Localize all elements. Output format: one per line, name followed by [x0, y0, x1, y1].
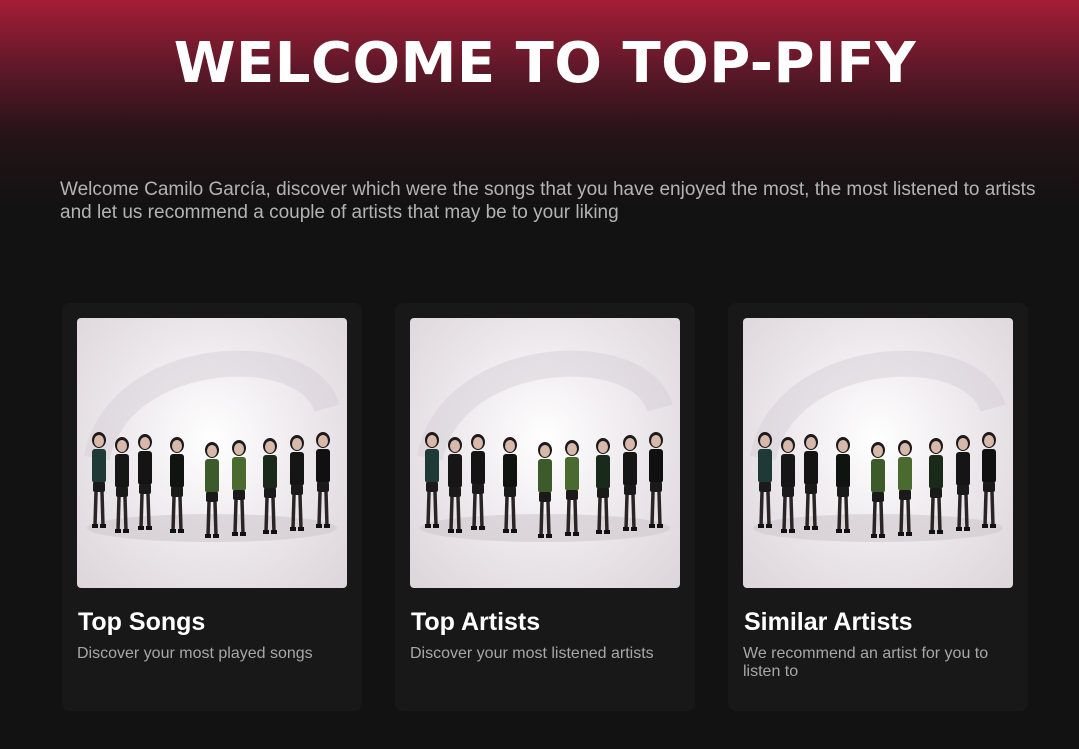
feature-cards: Top Songs Discover your most played song…	[62, 303, 1028, 711]
group-photo-image[interactable]	[410, 318, 680, 588]
card-description: We recommend an artist for you to listen…	[743, 645, 989, 680]
card-top-artists[interactable]: Top Artists Discover your most listened …	[395, 303, 695, 711]
group-photo-image[interactable]	[77, 318, 347, 588]
page-title: WELCOME TO TOP-PIFY	[173, 31, 917, 96]
card-title[interactable]: Top Artists	[411, 607, 540, 637]
card-title[interactable]: Similar Artists	[744, 607, 913, 637]
card-similar-artists[interactable]: Similar Artists We recommend an artist f…	[728, 303, 1028, 711]
card-description: Discover your most listened artists	[410, 645, 654, 662]
welcome-message: Welcome Camilo García, discover which we…	[60, 179, 1036, 223]
group-photo-image[interactable]	[743, 318, 1013, 588]
card-description: Discover your most played songs	[77, 645, 313, 662]
card-top-songs[interactable]: Top Songs Discover your most played song…	[62, 303, 362, 711]
card-title[interactable]: Top Songs	[78, 607, 205, 637]
